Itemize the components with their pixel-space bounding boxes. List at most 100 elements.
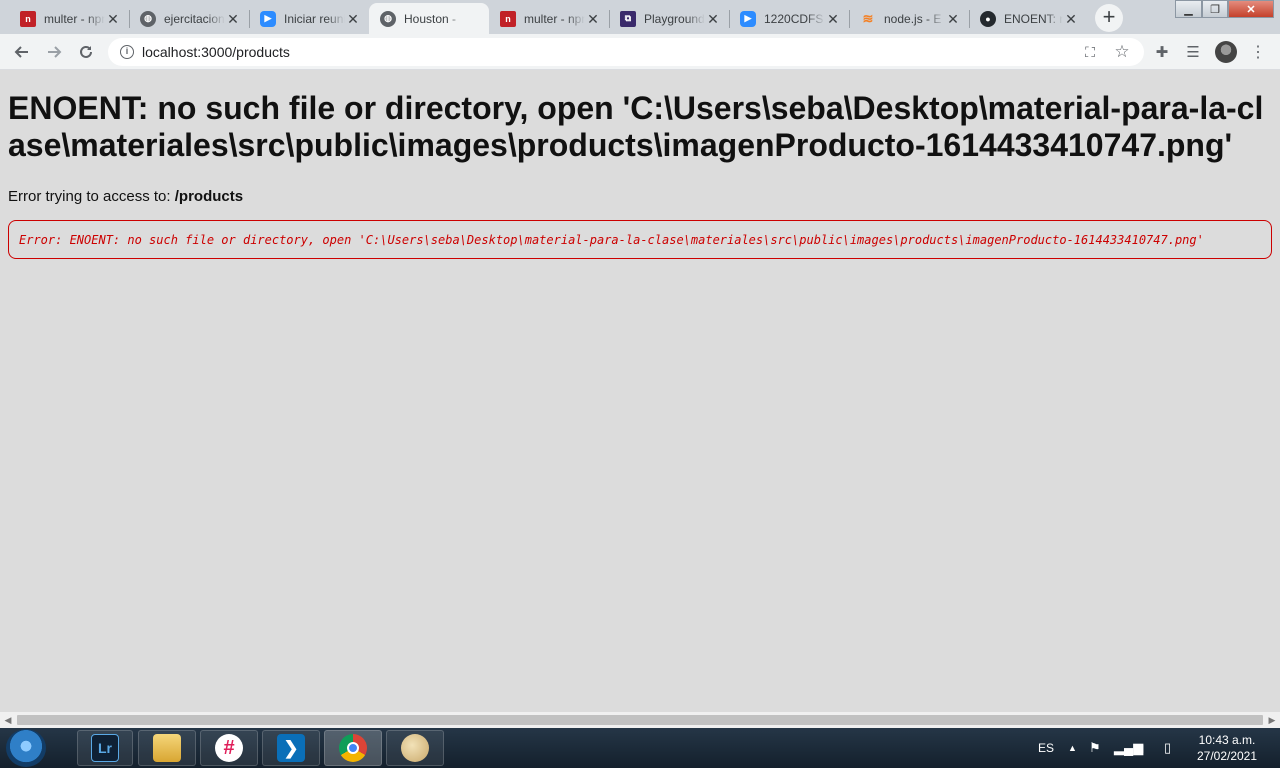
tab-iniciar-reunion[interactable]: ▶ Iniciar reunión ✕: [249, 3, 369, 34]
taskbar-app-lightroom[interactable]: Lr: [77, 730, 133, 766]
tab-ejercitacion[interactable]: ◍ ejercitacion ✕: [129, 3, 249, 34]
tab-title: Houston -: [404, 11, 457, 26]
chevron-up-icon: ▲: [1068, 743, 1077, 753]
close-icon[interactable]: ✕: [105, 11, 121, 27]
slack-icon: #: [215, 734, 243, 762]
language-label: ES: [1038, 741, 1055, 755]
playground-icon: ⧉: [620, 10, 636, 27]
tab-title: 1220CDFS: [764, 11, 824, 26]
puzzle-icon: ✚: [1155, 44, 1169, 61]
taskbar-app-paint[interactable]: [386, 730, 444, 766]
back-button[interactable]: [10, 40, 34, 64]
page-content: ENOENT: no such file or directory, open …: [0, 70, 1280, 712]
profile-avatar[interactable]: [1215, 41, 1237, 63]
tab-title: node.js - E: [884, 11, 942, 26]
action-center-button[interactable]: ⚑: [1089, 728, 1101, 768]
tab-title: Iniciar reunión: [284, 11, 345, 26]
forward-button[interactable]: [42, 40, 66, 64]
taskbar: Lr # ❯ ES ▲ ⚑ ▂▄▆ 🔈︎ ▯ 10:43 a.m. 27/02/…: [0, 728, 1280, 768]
start-button[interactable]: [6, 729, 46, 767]
minimize-button[interactable]: ▁: [1175, 0, 1202, 18]
kebab-menu-icon: ⋮: [1250, 44, 1266, 61]
vscode-icon: ❯: [277, 734, 305, 762]
tab-multer-npm[interactable]: n multer - npm ✕: [9, 3, 129, 34]
extensions-button[interactable]: ✚: [1150, 40, 1174, 64]
speaker-icon: 🔈︎: [1139, 739, 1148, 756]
arrow-left-icon: [14, 46, 28, 58]
arrow-right-icon: [48, 46, 62, 58]
system-clock[interactable]: 10:43 a.m. 27/02/2021: [1188, 732, 1266, 764]
npm-icon: n: [500, 10, 516, 27]
tab-title: Playground: [644, 11, 705, 26]
tab-title: ejercitacion: [164, 11, 225, 26]
error-detail-text: Error: ENOENT: no such file or directory…: [19, 232, 1204, 247]
lightroom-label: Lr: [98, 740, 112, 756]
tab-github-enoent[interactable]: ● ENOENT: n ✕: [969, 3, 1087, 34]
close-icon[interactable]: ✕: [345, 11, 361, 27]
new-tab-button[interactable]: +: [1095, 4, 1123, 32]
address-url[interactable]: localhost:3000/products: [142, 44, 290, 60]
lightroom-icon: Lr: [91, 734, 119, 762]
clock-time: 10:43 a.m.: [1198, 733, 1256, 747]
flag-icon: ⚑: [1089, 740, 1101, 755]
translate-icon: ⛶: [1085, 43, 1095, 60]
battery-icon: ▯: [1164, 740, 1172, 755]
close-icon[interactable]: ✕: [825, 11, 841, 27]
tab-title: ENOENT: n: [1004, 11, 1063, 26]
maximize-button[interactable]: ❐: [1202, 0, 1228, 18]
show-hidden-icons-button[interactable]: ▲: [1068, 728, 1077, 768]
close-icon[interactable]: ✕: [1063, 11, 1079, 27]
address-bar[interactable]: i localhost:3000/products: [108, 38, 1144, 66]
tab-zoom-meeting[interactable]: ▶ 1220CDFS ✕: [729, 3, 849, 34]
menu-button[interactable]: ⋮: [1246, 40, 1270, 64]
reload-button[interactable]: [74, 40, 98, 64]
palette-icon: [401, 734, 429, 762]
error-detail-box: Error: ENOENT: no such file or directory…: [8, 220, 1272, 259]
playlist-icon: ☰: [1186, 44, 1200, 61]
power-button[interactable]: ▯: [1164, 728, 1171, 768]
scroll-right-icon[interactable]: ▶: [1264, 712, 1280, 728]
chrome-icon: [339, 734, 367, 762]
info-icon[interactable]: i: [120, 45, 134, 59]
translate-button[interactable]: ⛶: [1078, 40, 1102, 64]
folder-icon: [153, 734, 181, 762]
taskbar-app-chrome[interactable]: [324, 730, 382, 766]
tab-strip: n multer - npm ✕ ◍ ejercitacion ✕ ▶ Inic…: [0, 0, 1280, 34]
clock-date: 27/02/2021: [1196, 749, 1258, 763]
taskbar-app-vscode[interactable]: ❯: [262, 730, 320, 766]
bookmark-button[interactable]: ☆: [1110, 40, 1134, 64]
globe-icon: ◍: [380, 10, 396, 27]
zoom-icon: ▶: [740, 10, 756, 27]
chrome-center: [347, 742, 359, 754]
error-access-line: Error trying to access to: /products: [8, 188, 243, 205]
npm-icon: n: [20, 10, 36, 27]
close-icon[interactable]: ✕: [585, 11, 601, 27]
close-icon[interactable]: ✕: [945, 11, 961, 27]
close-icon[interactable]: ✕: [225, 11, 241, 27]
tab-playground[interactable]: ⧉ Playground ✕: [609, 3, 729, 34]
window-close-button[interactable]: ✕: [1228, 0, 1274, 18]
zoom-icon: ▶: [260, 10, 276, 27]
tab-title: multer - npm: [44, 11, 105, 26]
taskbar-app-slack[interactable]: #: [200, 730, 258, 766]
media-button[interactable]: ☰: [1181, 40, 1205, 64]
tab-multer-npm-2[interactable]: n multer - npm ✕: [489, 3, 609, 34]
reload-icon: [80, 45, 92, 58]
error-access-label: Error trying to access to:: [8, 188, 175, 205]
close-icon[interactable]: ✕: [705, 11, 721, 27]
volume-button[interactable]: 🔈︎: [1139, 728, 1147, 768]
close-icon[interactable]: [465, 11, 481, 27]
tab-houston[interactable]: ◍ Houston -: [369, 3, 489, 34]
browser-toolbar: i localhost:3000/products ⛶ ☆ ✚ ☰ ⋮: [0, 34, 1280, 70]
scroll-left-icon[interactable]: ◀: [0, 712, 16, 728]
tab-stackoverflow[interactable]: ≋ node.js - E ✕: [849, 3, 969, 34]
globe-icon: ◍: [140, 10, 156, 27]
scrollbar-thumb[interactable]: [17, 715, 1263, 725]
star-icon: ☆: [1114, 42, 1130, 61]
horizontal-scrollbar[interactable]: ◀ ▶: [0, 712, 1280, 728]
stackoverflow-icon: ≋: [862, 10, 874, 26]
language-indicator[interactable]: ES: [1038, 728, 1054, 768]
error-access-path: /products: [174, 188, 244, 205]
taskbar-app-file-explorer[interactable]: [138, 730, 196, 766]
error-title: ENOENT: no such file or directory, open …: [8, 90, 1264, 163]
